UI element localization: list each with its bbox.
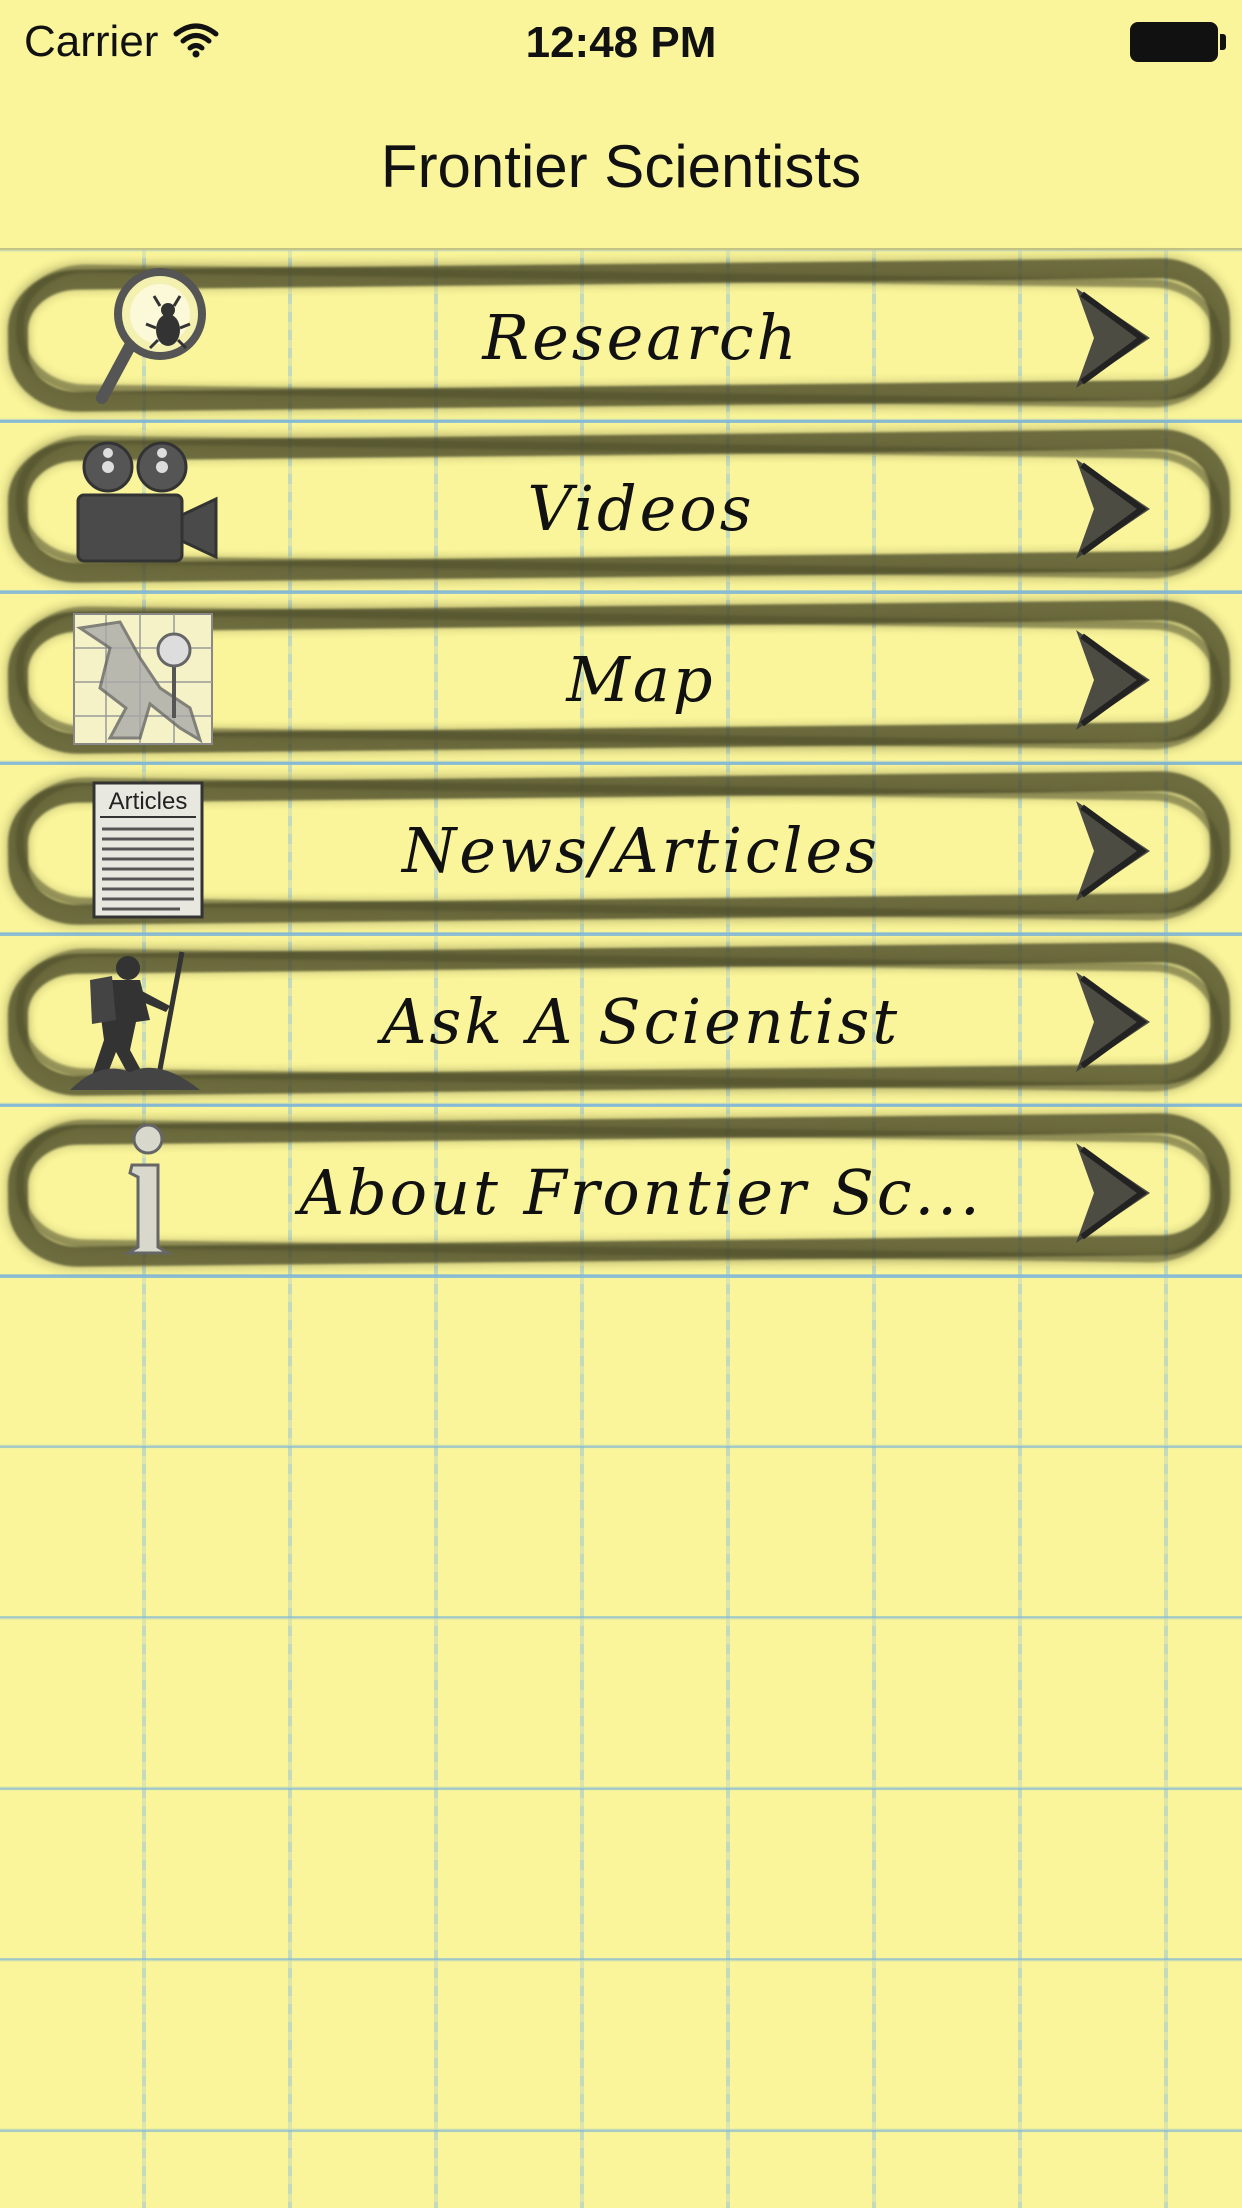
menu-item-map[interactable]: Map [0, 594, 1242, 765]
newspaper-heading: Articles [109, 788, 188, 815]
menu-item-ask-a-scientist[interactable]: Ask A Scientist [0, 936, 1242, 1107]
menu-item-research[interactable]: Research [0, 252, 1242, 423]
newspaper-icon: Articles [70, 779, 220, 919]
chevron-right-icon [1068, 626, 1158, 734]
page-title: Frontier Scientists [380, 132, 862, 200]
menu-item-label: News/Articles [402, 814, 880, 887]
chevron-right-icon [1068, 968, 1158, 1076]
menu-item-label: Map [566, 643, 716, 716]
navigation-bar: Frontier Scientists [0, 84, 1242, 250]
menu-item-videos[interactable]: Videos [0, 423, 1242, 594]
hiker-icon [70, 950, 220, 1090]
menu-item-label: Videos [527, 472, 755, 545]
main-menu: Research Videos Map Articles News/Articl… [0, 252, 1242, 1278]
magnifier-bug-icon [70, 266, 220, 406]
menu-item-news-articles[interactable]: Articles News/Articles [0, 765, 1242, 936]
menu-item-label: Ask A Scientist [381, 985, 901, 1058]
map-pin-icon [70, 608, 220, 748]
chevron-right-icon [1068, 797, 1158, 905]
menu-item-about[interactable]: About Frontier Sc... [0, 1107, 1242, 1278]
chevron-right-icon [1068, 284, 1158, 392]
info-icon [70, 1121, 220, 1261]
menu-item-label: Research [482, 301, 800, 374]
chevron-right-icon [1068, 455, 1158, 563]
status-time: 12:48 PM [525, 18, 717, 67]
menu-item-label: About Frontier Sc... [299, 1156, 983, 1229]
chevron-right-icon [1068, 1139, 1158, 1247]
film-camera-icon [70, 437, 220, 577]
